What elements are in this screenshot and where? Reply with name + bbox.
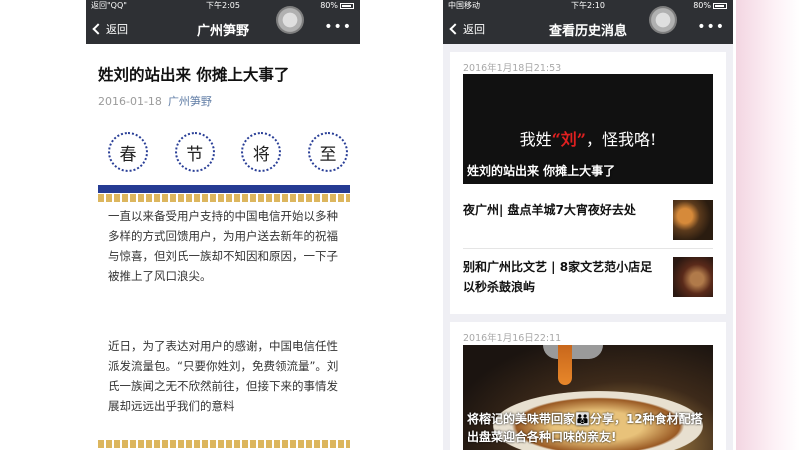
article-author-link[interactable]: 广州笋野 xyxy=(168,95,212,108)
ladle-image xyxy=(543,345,603,359)
cover-image-text: 我姓“刘”，怪我咯! xyxy=(463,126,713,150)
background-edge xyxy=(736,0,800,450)
more-options-button[interactable]: ••• xyxy=(697,19,725,35)
battery-icon xyxy=(340,2,354,9)
status-bar: 返回"QQ" 下午2:05 80% xyxy=(86,0,360,11)
battery-percent: 80% xyxy=(693,1,711,10)
nav-bar: 返回 查看历史消息 ••• xyxy=(443,11,733,44)
article-date: 2016-01-18 xyxy=(98,95,162,108)
article-title: 姓刘的站出来 你摊上大事了 xyxy=(98,66,290,84)
more-options-button[interactable]: ••• xyxy=(324,19,352,35)
article-phone: 返回"QQ" 下午2:05 80% 返回 广州笋野 ••• 姓刘的站出来 你摊上… xyxy=(86,0,360,450)
food-thumbnail xyxy=(673,200,713,240)
cover-text-post: ，怪我咯! xyxy=(586,130,657,149)
message-group: 2016年1月16日22:11 将榕记的美味带回家👪分享，12种食材配搭出盘菜迎… xyxy=(450,322,726,450)
nav-title: 广州笋野 xyxy=(196,24,249,39)
list-item[interactable]: 夜广州| 盘点羊城7大宵夜好去处 xyxy=(463,192,713,248)
cover-article[interactable]: 我姓“刘”，怪我咯! 姓刘的站出来 你摊上大事了 xyxy=(463,74,713,184)
history-phone: 中国移动 下午2:10 80% 返回 查看历史消息 ••• 2016年1月18日… xyxy=(443,0,733,450)
seal-char: 将 xyxy=(241,132,282,172)
article-paragraph: 近日，为了表达对用户的感谢，中国电信任性派发流量包。“只要你姓刘，免费领流量”。… xyxy=(108,339,339,413)
status-battery: 80% xyxy=(693,0,727,11)
cover-article[interactable]: 将榕记的美味带回家👪分享，12种食材配搭出盘菜迎合各种口味的亲友! xyxy=(463,345,713,450)
cover-caption: 将榕记的美味带回家👪分享，12种食材配搭出盘菜迎合各种口味的亲友! xyxy=(467,412,703,444)
list-item[interactable]: 别和广州比文艺 | 8家文艺范小店足以秒杀鼓浪屿 xyxy=(463,248,713,304)
cover-text-name: “刘” xyxy=(551,130,586,149)
sauce-image xyxy=(558,345,572,385)
decorative-border-top xyxy=(98,194,350,202)
seal-row: 春 节 将 至 xyxy=(108,132,348,172)
decorative-border-bottom xyxy=(98,440,350,448)
seal-char: 节 xyxy=(174,132,215,172)
decorative-band xyxy=(98,185,350,193)
status-time: 下午2:10 xyxy=(571,1,605,10)
article-meta: 2016-01-18 广州笋野 xyxy=(98,93,212,109)
list-item-title: 别和广州比文艺 | 8家文艺范小店足以秒杀鼓浪屿 xyxy=(463,260,653,294)
nav-bar: 返回 广州笋野 ••• xyxy=(86,11,360,44)
message-date: 2016年1月18日21:53 xyxy=(463,63,562,74)
battery-icon xyxy=(713,2,727,9)
assistive-touch-icon[interactable] xyxy=(276,6,304,34)
cover-caption: 姓刘的站出来 你摊上大事了 xyxy=(467,164,616,178)
status-bar: 中国移动 下午2:10 80% xyxy=(443,0,733,11)
assistive-touch-icon[interactable] xyxy=(649,6,677,34)
article-paragraph: 一直以来备受用户支持的中国电信开始以多种多样的方式回馈用户，为用户送去新年的祝福… xyxy=(108,209,338,283)
cover-text-pre: 我姓 xyxy=(519,130,552,149)
status-time: 下午2:05 xyxy=(206,1,240,10)
shop-thumbnail xyxy=(673,257,713,297)
message-date: 2016年1月16日22:11 xyxy=(463,333,562,344)
list-item-title: 夜广州| 盘点羊城7大宵夜好去处 xyxy=(463,203,636,217)
nav-title: 查看历史消息 xyxy=(548,24,627,39)
status-battery: 80% xyxy=(320,0,354,11)
seal-char: 春 xyxy=(108,132,148,172)
screenshot-stage: 返回"QQ" 下午2:05 80% 返回 广州笋野 ••• 姓刘的站出来 你摊上… xyxy=(0,0,800,450)
seal-char: 至 xyxy=(307,132,348,172)
battery-percent: 80% xyxy=(320,1,338,10)
message-group: 2016年1月18日21:53 我姓“刘”，怪我咯! 姓刘的站出来 你摊上大事了… xyxy=(450,52,726,314)
